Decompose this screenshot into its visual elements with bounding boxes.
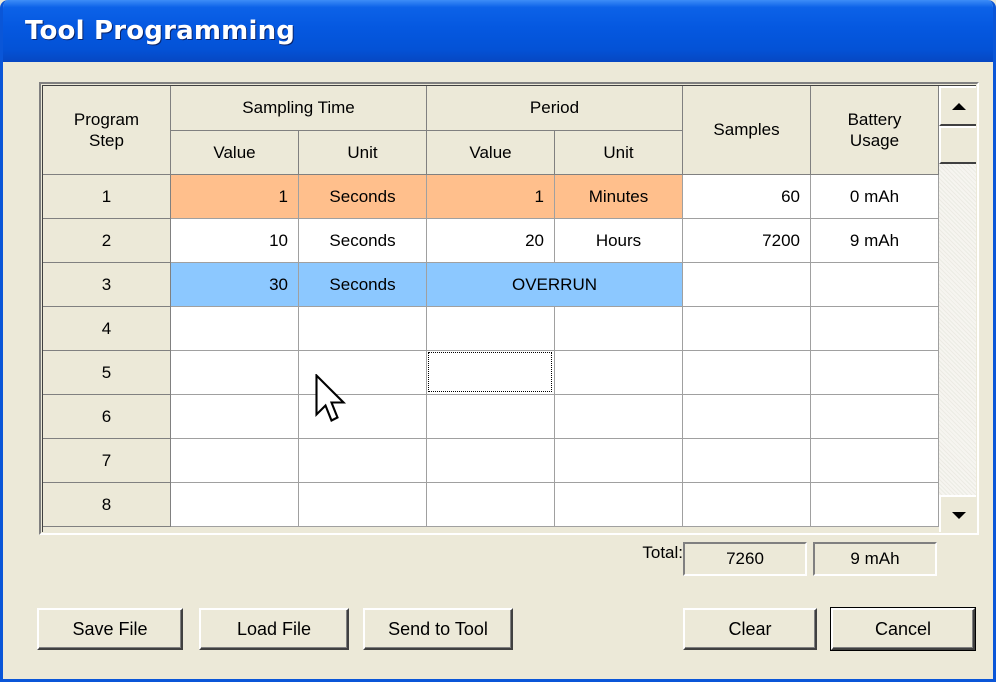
cell-period-value-4[interactable] [427,307,555,351]
send-to-tool-button[interactable]: Send to Tool [363,608,513,650]
cell-samples-5 [683,351,811,395]
save-file-button[interactable]: Save File [37,608,183,650]
total-battery-field: 9 mAh [813,542,937,576]
cell-samples-2: 7200 [683,219,811,263]
cell-period-unit-4[interactable] [555,307,683,351]
triangle-up-icon [952,102,966,110]
cell-period-unit-1[interactable]: Minutes [555,175,683,219]
cell-period-unit-2[interactable]: Hours [555,219,683,263]
cell-samples-6 [683,395,811,439]
cell-samples-3 [683,263,811,307]
header-period-value: Value [427,131,555,175]
header-program-step-line2: Step [89,131,124,150]
cell-sampling-unit-1[interactable]: Seconds [299,175,427,219]
row-header-3[interactable]: 3 [43,263,171,307]
row-header-4[interactable]: 4 [43,307,171,351]
header-samples: Samples [683,86,811,175]
cell-period-overrun-3[interactable]: OVERRUN [427,263,683,307]
cell-battery-6 [811,395,939,439]
cell-period-value-6[interactable] [427,395,555,439]
cell-period-value-2[interactable]: 20 [427,219,555,263]
tool-programming-window: Tool Programming Program Step Sampling T… [0,0,996,682]
cell-battery-1: 0 mAh [811,175,939,219]
cell-sampling-unit-4[interactable] [299,307,427,351]
title-bar[interactable]: Tool Programming [3,0,993,62]
cell-period-unit-8[interactable] [555,483,683,527]
header-battery-usage: Battery Usage [811,86,939,175]
clear-button[interactable]: Clear [683,608,817,650]
cell-period-unit-6[interactable] [555,395,683,439]
cell-samples-1: 60 [683,175,811,219]
header-battery-line1: Battery [847,110,902,129]
cell-sampling-unit-7[interactable] [299,439,427,483]
header-period: Period [427,86,683,131]
mouse-pointer-icon [315,374,347,422]
cell-period-value-5[interactable] [427,351,555,395]
scroll-up-button[interactable] [939,86,976,126]
cell-sampling-unit-3[interactable]: Seconds [299,263,427,307]
cell-period-value-1[interactable]: 1 [427,175,555,219]
cell-sampling-value-3[interactable]: 30 [171,263,299,307]
row-header-2[interactable]: 2 [43,219,171,263]
cell-samples-7 [683,439,811,483]
cell-battery-2: 9 mAh [811,219,939,263]
total-label: Total: [642,543,683,562]
header-sampling-time: Sampling Time [171,86,427,131]
window-title: Tool Programming [25,16,296,46]
cell-battery-4 [811,307,939,351]
cell-sampling-value-6[interactable] [171,395,299,439]
cell-sampling-value-1[interactable]: 1 [171,175,299,219]
row-header-8[interactable]: 8 [43,483,171,527]
cell-sampling-value-8[interactable] [171,483,299,527]
header-program-step: Program Step [43,86,171,175]
cancel-button[interactable]: Cancel [830,607,976,651]
cell-samples-4 [683,307,811,351]
cell-sampling-value-4[interactable] [171,307,299,351]
focus-rectangle [428,352,552,392]
row-header-6[interactable]: 6 [43,395,171,439]
cell-sampling-unit-2[interactable]: Seconds [299,219,427,263]
cell-sampling-value-7[interactable] [171,439,299,483]
cell-samples-8 [683,483,811,527]
cell-period-unit-5[interactable] [555,351,683,395]
cell-period-unit-7[interactable] [555,439,683,483]
header-sampling-value: Value [171,131,299,175]
row-header-5[interactable]: 5 [43,351,171,395]
cell-sampling-unit-8[interactable] [299,483,427,527]
scroll-thumb[interactable] [939,126,976,164]
dialog-content: Program Step Sampling Time Period Sample… [3,62,993,679]
scroll-down-button[interactable] [939,495,976,532]
header-battery-line2: Usage [849,131,900,150]
cell-period-value-7[interactable] [427,439,555,483]
cell-battery-5 [811,351,939,395]
cell-battery-8 [811,483,939,527]
program-grid-body: Program Step Sampling Time Period Sample… [42,85,976,532]
triangle-down-icon [952,511,966,519]
row-header-1[interactable]: 1 [43,175,171,219]
row-header-7[interactable]: 7 [43,439,171,483]
cell-period-value-8[interactable] [427,483,555,527]
vertical-scrollbar[interactable] [939,86,976,532]
cell-sampling-value-5[interactable] [171,351,299,395]
load-file-button[interactable]: Load File [199,608,349,650]
header-program-step-line1: Program [73,110,140,129]
cell-battery-3 [811,263,939,307]
total-samples-field: 7260 [683,542,807,576]
program-grid: Program Step Sampling Time Period Sample… [39,82,979,535]
header-sampling-unit: Unit [299,131,427,175]
cell-battery-7 [811,439,939,483]
header-period-unit: Unit [555,131,683,175]
cell-sampling-value-2[interactable]: 10 [171,219,299,263]
